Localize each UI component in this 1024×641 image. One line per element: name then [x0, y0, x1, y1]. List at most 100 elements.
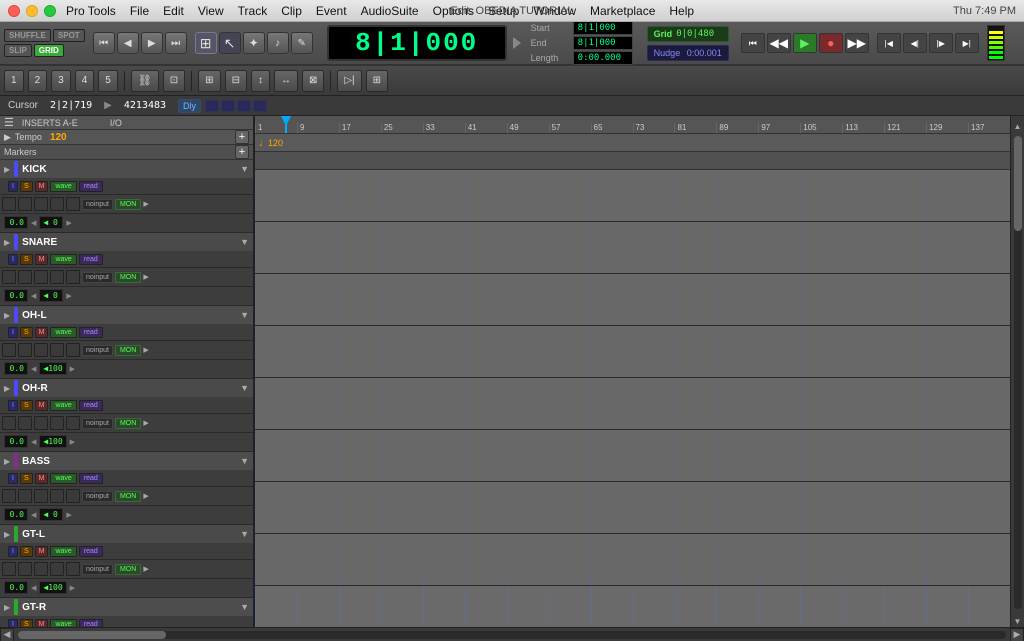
- solo-btn-oh-l[interactable]: S: [20, 327, 33, 338]
- vol-display-snare[interactable]: 0.0: [4, 289, 28, 302]
- solo-btn-bass[interactable]: S: [20, 473, 33, 484]
- ungroup-btn[interactable]: ⊟: [225, 70, 247, 92]
- insert-slot-oh-l-0[interactable]: [2, 343, 16, 357]
- read-btn-oh-l[interactable]: read: [79, 327, 103, 338]
- vol-display-gt-l[interactable]: 0.0: [4, 581, 28, 594]
- scroll-up-button[interactable]: ▲: [1012, 120, 1024, 132]
- scroll-down-button[interactable]: ▼: [1012, 615, 1024, 627]
- insert-slot-snare-0[interactable]: [2, 270, 16, 284]
- input-btn-kick[interactable]: I: [8, 181, 18, 192]
- play-button[interactable]: ▶: [793, 33, 817, 53]
- insert-slot-oh-l-4[interactable]: [66, 343, 80, 357]
- wave-btn-kick[interactable]: wave: [50, 181, 76, 192]
- insert-slot-snare-3[interactable]: [50, 270, 64, 284]
- input-btn-oh-r[interactable]: I: [8, 400, 18, 411]
- track-expand-kick[interactable]: ▶: [4, 165, 10, 174]
- insert-slot-bass-4[interactable]: [66, 489, 80, 503]
- vol-dec-kick[interactable]: ◀: [31, 219, 36, 227]
- track-name-gt-r[interactable]: GT-R: [22, 602, 236, 613]
- insert-slot-gt-l-3[interactable]: [50, 562, 64, 576]
- menu-item-help[interactable]: Help: [669, 4, 694, 18]
- pan-inc-oh-r[interactable]: ▶: [70, 438, 75, 446]
- skip-back2[interactable]: ◀|: [903, 33, 927, 53]
- pan-inc-kick[interactable]: ▶: [66, 219, 71, 227]
- solo-btn-snare[interactable]: S: [20, 254, 33, 265]
- shuffle-button[interactable]: SHUFFLE: [4, 29, 51, 42]
- scroll-left-button[interactable]: ◀: [0, 628, 14, 641]
- solo-btn-kick[interactable]: S: [20, 181, 33, 192]
- noinput-btn-oh-l[interactable]: noinput: [82, 345, 113, 356]
- track-expand-gt-l[interactable]: ▶: [4, 530, 10, 539]
- noinput-btn-snare[interactable]: noinput: [82, 272, 113, 283]
- pan-display-oh-r[interactable]: ◀100: [39, 435, 66, 448]
- track-expand-gt-r[interactable]: ▶: [4, 603, 10, 612]
- insert-slot-oh-r-3[interactable]: [50, 416, 64, 430]
- read-btn-kick[interactable]: read: [79, 181, 103, 192]
- io-arrow-kick[interactable]: ▶: [143, 200, 148, 208]
- menu-item-clip[interactable]: Clip: [281, 4, 302, 18]
- vol-dec-gt-l[interactable]: ◀: [31, 584, 36, 592]
- track-expand-snare[interactable]: ▶: [4, 238, 10, 247]
- grabber-tool[interactable]: ♪: [267, 32, 289, 54]
- mon-btn-oh-r[interactable]: MON: [115, 418, 141, 429]
- group-btn[interactable]: ⊞: [198, 70, 220, 92]
- pan-inc-snare[interactable]: ▶: [66, 292, 71, 300]
- num-btn-2[interactable]: 2: [28, 70, 48, 92]
- read-btn-gt-r[interactable]: read: [79, 619, 103, 628]
- link-btn[interactable]: ⛓: [131, 70, 159, 92]
- track-menu-bass[interactable]: ▼: [240, 456, 249, 466]
- vol-dec-bass[interactable]: ◀: [31, 511, 36, 519]
- track-menu-gt-r[interactable]: ▼: [240, 602, 249, 612]
- insert-slot-gt-l-1[interactable]: [18, 562, 32, 576]
- right-scrollbar[interactable]: ▲ ▼: [1010, 116, 1024, 627]
- mute-btn-gt-l[interactable]: M: [35, 546, 49, 557]
- scroll-right-button[interactable]: ▶: [1010, 628, 1024, 641]
- snap-btn[interactable]: ⊞: [366, 70, 388, 92]
- select-tool[interactable]: ↖: [219, 32, 241, 54]
- input-btn-snare[interactable]: I: [8, 254, 18, 265]
- num-btn-1[interactable]: 1: [4, 70, 24, 92]
- insert-slot-oh-r-0[interactable]: [2, 416, 16, 430]
- mute-btn-gt-r[interactable]: M: [35, 619, 49, 628]
- wave-btn-oh-l[interactable]: wave: [50, 327, 76, 338]
- menu-item-audiosuite[interactable]: AudioSuite: [361, 4, 419, 18]
- vol-display-oh-r[interactable]: 0.0: [4, 435, 28, 448]
- insert-slot-kick-2[interactable]: [34, 197, 48, 211]
- wave-btn-oh-r[interactable]: wave: [50, 400, 76, 411]
- insert-slot-bass-2[interactable]: [34, 489, 48, 503]
- insert-slot-kick-3[interactable]: [50, 197, 64, 211]
- track-expand-oh-l[interactable]: ▶: [4, 311, 10, 320]
- read-btn-snare[interactable]: read: [79, 254, 103, 265]
- mute-btn-kick[interactable]: M: [35, 181, 49, 192]
- vol-display-oh-l[interactable]: 0.0: [4, 362, 28, 375]
- insert-slot-oh-r-4[interactable]: [66, 416, 80, 430]
- pan-inc-bass[interactable]: ▶: [66, 511, 71, 519]
- noinput-btn-kick[interactable]: noinput: [82, 199, 113, 210]
- track-name-oh-r[interactable]: OH-R: [22, 383, 236, 394]
- mute-btn-snare[interactable]: M: [35, 254, 49, 265]
- insert-slot-bass-3[interactable]: [50, 489, 64, 503]
- num-btn-5[interactable]: 5: [98, 70, 118, 92]
- num-btn-3[interactable]: 3: [51, 70, 71, 92]
- mon-btn-kick[interactable]: MON: [115, 199, 141, 210]
- forward-button[interactable]: ▶: [141, 32, 163, 54]
- horizontal-scroll-thumb[interactable]: [18, 631, 166, 639]
- insert-slot-snare-1[interactable]: [18, 270, 32, 284]
- insert-slot-gt-l-2[interactable]: [34, 562, 48, 576]
- grid-button[interactable]: GRID: [34, 44, 64, 57]
- insert-slot-snare-2[interactable]: [34, 270, 48, 284]
- mon-btn-bass[interactable]: MON: [115, 491, 141, 502]
- close-button[interactable]: [8, 5, 20, 17]
- insert-slot-kick-0[interactable]: [2, 197, 16, 211]
- insert-slot-oh-l-3[interactable]: [50, 343, 64, 357]
- wave-btn-bass[interactable]: wave: [50, 473, 76, 484]
- record-button[interactable]: ●: [819, 33, 843, 53]
- pan-display-bass[interactable]: ◀ 0: [39, 508, 63, 521]
- fast-forward-button[interactable]: ⏭: [165, 32, 187, 54]
- trim-tool[interactable]: ✦: [243, 32, 265, 54]
- slip-button[interactable]: SLIP: [4, 44, 32, 57]
- solo-btn-gt-l[interactable]: S: [20, 546, 33, 557]
- vol-dec-oh-l[interactable]: ◀: [31, 365, 36, 373]
- track-name-kick[interactable]: KICK: [22, 164, 236, 175]
- insert-slot-oh-l-2[interactable]: [34, 343, 48, 357]
